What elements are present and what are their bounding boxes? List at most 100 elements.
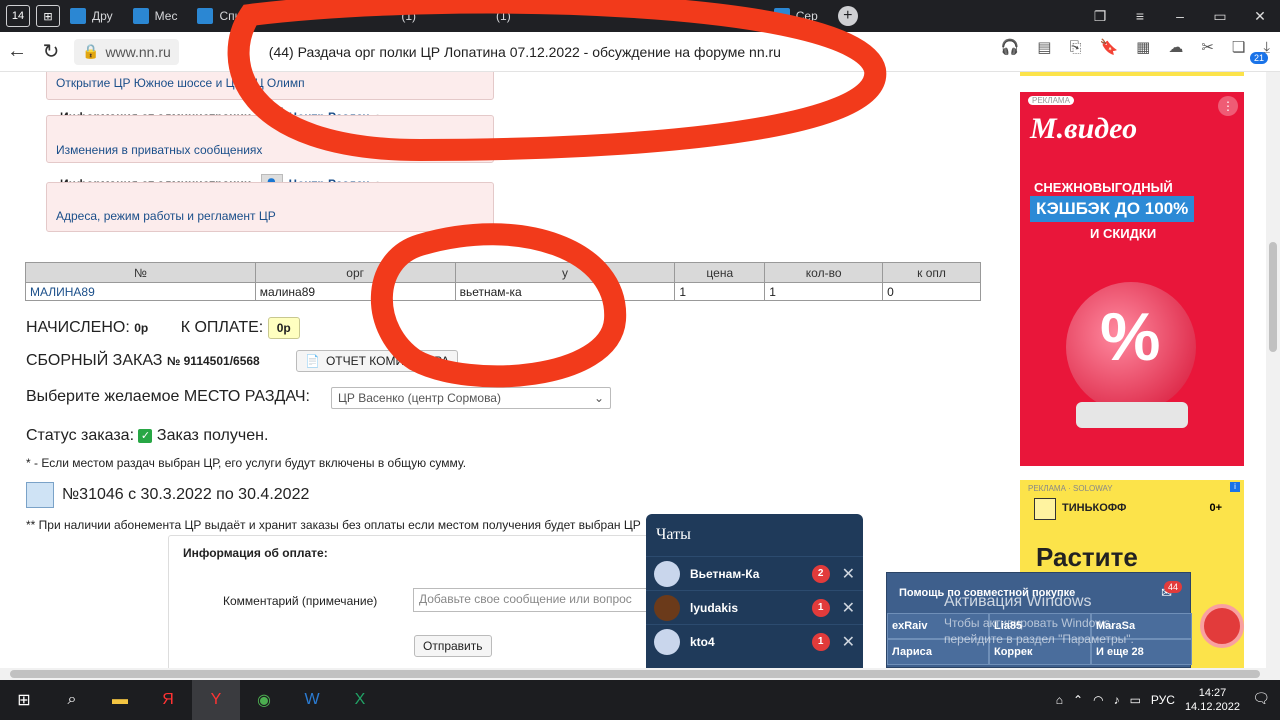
table-header: у [454,262,676,283]
check-icon: ✓ [138,428,153,443]
battery-icon[interactable]: ▭ [1130,693,1141,707]
mvideo-ad[interactable]: РЕКЛАМА ⋮ М.видео СНЕЖНОВЫГОДНЫЙ КЭШБЭК … [1020,92,1244,466]
ad-top-strip [1020,72,1244,76]
tab-4[interactable]: (1) [391,0,426,32]
start-icon[interactable]: ⊞ [0,680,48,720]
admin-block-link[interactable]: Адреса, режим работы и регламент ЦР [56,209,276,223]
collections-icon[interactable]: ❏ [1232,38,1245,56]
chat-item[interactable]: lyudakis 1 ✕ [646,590,863,624]
word-icon[interactable]: W [288,680,336,720]
file-explorer-icon[interactable]: ▬ [96,680,144,720]
close-icon[interactable]: ✕ [1240,0,1280,32]
payment-info-section: Информация об оплате: Комментарий (приме… [168,535,668,668]
ad-label: РЕКЛАМА [1028,96,1074,105]
table-cell-link[interactable]: МАЛИНА89 [25,282,256,301]
table-header: кол-во [764,262,884,283]
ad-brand: ТИНЬКОФФ [1062,502,1127,514]
tab-3[interactable]: Спи [187,0,251,32]
table-cell: 0 [882,282,981,301]
page-scrollbar[interactable] [1266,72,1280,668]
help-badge: 44 [1163,581,1182,593]
unread-count: 1 [811,598,830,617]
send-button[interactable]: Отправить [414,635,492,657]
download-badge: 21 [1249,52,1268,64]
translate-icon[interactable]: ⎘ [1069,39,1081,56]
new-tab-button[interactable]: + [828,0,868,32]
tab-2[interactable]: Мес [123,0,188,32]
scrollbar-thumb[interactable] [10,670,1260,678]
ad-headline: Растите [1036,542,1138,572]
scrollbar-thumb[interactable] [1269,242,1277,352]
chat-item[interactable]: kto4 1 ✕ [646,624,863,658]
excel-icon[interactable]: X [336,680,384,720]
notification-bell-button[interactable] [1200,604,1244,648]
address-toolbar-icons: 🎧 ▤ ⎘ 🔖 ▦ ☁ ✂ ❏ ⤓ [1001,38,1270,57]
table-row: МАЛИНА89 малина89 вьетнам-ка 1 1 0 [25,282,981,301]
tab-1[interactable]: Дру [60,0,123,32]
avatar [654,560,680,587]
lock-icon: 🔒 [82,43,100,59]
info-icon[interactable]: i [1230,482,1240,492]
bookmark-window-icon[interactable]: ❐ [1080,0,1120,32]
window-controls: ❐ ≡ – ▭ ✕ [1080,0,1280,32]
horizontal-scrollbar[interactable] [0,668,1280,680]
yandex-icon[interactable]: Я [144,680,192,720]
close-icon[interactable]: ✕ [842,632,855,652]
tab-5[interactable]: (1) [486,0,521,32]
chat-title: Чаты [656,526,691,543]
reload-button[interactable]: ↻ [34,35,68,69]
payment-legend: Информация об оплате: [183,546,328,560]
clock[interactable]: 14:27 14.12.2022 [1185,686,1240,714]
admin-block: Адреса, режим работы и регламент ЦР [46,182,494,232]
language-indicator[interactable]: РУС [1151,693,1175,707]
cloud-icon[interactable]: ☁ [1168,38,1183,56]
tab-favicon-icon [70,8,86,24]
avatar [654,628,680,655]
url-field[interactable]: 🔒 www.nn.ru [74,38,179,65]
report-button[interactable]: 📄 ОТЧЕТ КОМИС... ЕРА [296,350,459,372]
tab-6[interactable]: Фот [701,0,764,32]
ad-line-3: И СКИДКИ [1090,226,1157,241]
new-window-icon[interactable]: ⊞ [36,5,60,27]
chrome-icon[interactable]: ◉ [240,680,288,720]
chat-item[interactable]: Вьетнам-Ка 2 ✕ [646,556,863,590]
tab-7[interactable]: Сер [764,0,828,32]
ad-menu-icon[interactable]: ⋮ [1218,96,1238,116]
search-icon[interactable]: ⌕ [48,680,96,720]
tab-favicon-icon [197,8,214,24]
windows-taskbar: ⊞ ⌕ ▬ Я Y ◉ W X ⌂ ⌃ ◠ ♪ ▭ РУС 14:27 14.1… [0,680,1280,720]
plus-icon: + [837,6,858,26]
notifications-icon[interactable]: 🗨 [1252,690,1270,707]
tab-count-badge[interactable]: 14 [6,5,30,27]
scissors-icon[interactable]: ✂ [1201,38,1214,56]
admin-block-link[interactable]: Открытие ЦР Южное шоссе и ЦР ЦЦ Олимп [56,76,305,90]
reader-icon[interactable]: ▤ [1037,38,1051,56]
extension-icon[interactable]: ▦ [1136,38,1150,56]
menu-icon[interactable]: ≡ [1120,0,1160,32]
close-icon[interactable]: ✕ [842,564,855,584]
percent-icon: % [1100,299,1161,375]
comment-input[interactable]: Добавьте свое сообщение или вопрос [413,588,653,612]
back-button[interactable]: ← [0,35,34,69]
table-cell: малина89 [254,282,456,301]
admin-block-link[interactable]: Изменения в приватных сообщениях [56,143,262,157]
volume-icon[interactable]: ♪ [1114,693,1120,707]
restore-icon[interactable]: ▭ [1200,0,1240,32]
activation-watermark: Активация Windows [944,593,1092,610]
place-label: Выберите желаемое МЕСТО РАЗДАЧ: [26,388,310,405]
headphones-icon[interactable]: 🎧 [1001,38,1020,56]
close-icon[interactable]: ✕ [842,598,855,618]
wifi-icon[interactable]: ◠ [1093,693,1103,707]
place-select[interactable]: ЦР Васенко (центр Сормова) ⌄ [331,387,611,409]
bookmark-icon[interactable]: 🔖 [1099,38,1118,56]
minimize-icon[interactable]: – [1160,0,1200,32]
note-2: ** При наличии абонемента ЦР выдаёт и хр… [26,518,641,532]
chevron-up-icon[interactable]: ⌃ [1073,693,1083,707]
activation-watermark-sub: Чтобы активировать Windows, перейдите в … [944,616,1134,646]
globe-base [1076,402,1188,428]
network-icon[interactable]: ⌂ [1056,693,1063,707]
status-row: Статус заказа: ✓ Заказ получен. [26,427,269,444]
document-icon: 📄 [305,354,320,368]
yandex-browser-icon[interactable]: Y [192,680,240,720]
page-title: (44) Раздача орг полки ЦР Лопатина 07.12… [268,43,781,60]
